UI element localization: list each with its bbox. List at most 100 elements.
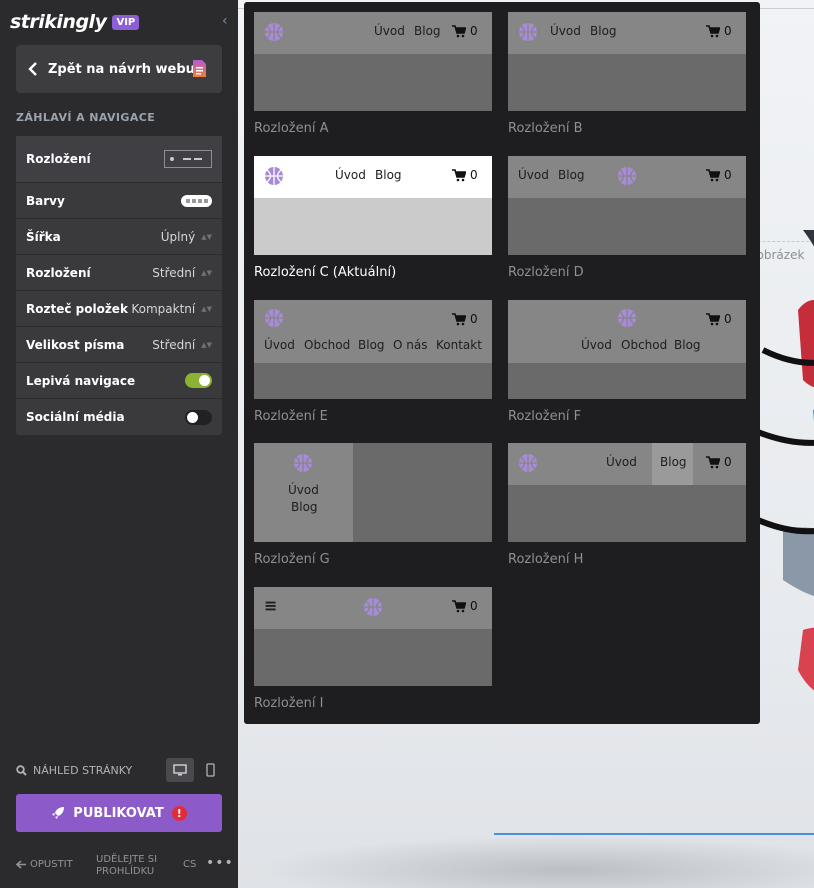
nav-home: Úvod <box>335 168 366 182</box>
setting-label: Sociální média <box>26 410 125 424</box>
cart-icon <box>706 312 720 325</box>
nav-home: Úvod <box>550 24 581 38</box>
layout-option-i[interactable]: ≡ 0 <box>254 587 492 686</box>
warning-icon: ! <box>171 805 187 821</box>
setting-layout[interactable]: Rozložení <box>16 136 222 183</box>
layout-option-g[interactable]: Úvod Blog <box>254 443 492 542</box>
setting-font-size[interactable]: Velikost písma Střední ▲▼ <box>16 327 222 363</box>
setting-label: Velikost písma <box>26 337 125 352</box>
cart: 0 <box>706 24 732 38</box>
cart-count: 0 <box>724 168 732 182</box>
nav-home: Úvod <box>374 24 405 38</box>
desktop-preview-button[interactable] <box>166 758 194 782</box>
document-icon <box>193 60 206 77</box>
cart-count: 0 <box>470 24 478 38</box>
nav-shop: Obchod <box>621 338 668 352</box>
rocket-icon <box>52 807 65 819</box>
nav-home: Úvod <box>288 483 319 497</box>
cart-icon <box>452 599 466 612</box>
cart-icon <box>452 168 466 181</box>
setting-value: Úplný <box>160 229 196 244</box>
tour-label-2: PROHLÍDKU <box>96 866 155 877</box>
cart-icon <box>452 312 466 325</box>
layout-caption: Rozložení B <box>508 121 583 136</box>
setting-social-media: Sociální média <box>16 399 222 435</box>
section-title: ZÁHLAVÍ A NAVIGACE <box>16 111 156 124</box>
cart: 0 <box>452 24 478 38</box>
nav-blog: Blog <box>414 24 441 38</box>
leave-button[interactable]: OPUSTIT <box>16 859 73 870</box>
desktop-icon <box>173 764 187 776</box>
layout-caption: Rozložení G <box>254 552 330 567</box>
setting-item-spacing[interactable]: Rozteč položek Kompaktní ▲▼ <box>16 291 222 327</box>
layout-caption: Rozložení A <box>254 121 329 136</box>
brand-logo: strikingly <box>10 11 107 33</box>
search-icon <box>16 764 27 776</box>
layout-caption: Rozložení I <box>254 696 324 711</box>
cart-icon <box>706 24 720 37</box>
mobile-preview-button[interactable] <box>196 758 224 782</box>
take-tour-link[interactable]: UDĚLEJTE SI PROHLÍDKU <box>96 854 157 878</box>
cart: 0 <box>452 312 478 326</box>
nav-home: Úvod <box>606 455 637 469</box>
preview-label: NÁHLED STRÁNKY <box>33 763 133 777</box>
social-media-toggle[interactable] <box>185 409 212 425</box>
nav-blog: Blog <box>291 500 318 514</box>
hamburger-menu-icon: ≡ <box>264 596 278 615</box>
sticky-nav-toggle[interactable] <box>185 373 212 388</box>
collapse-sidebar-icon[interactable]: ‹ <box>222 14 234 28</box>
nav-about: O nás <box>393 338 428 352</box>
cart-count: 0 <box>470 312 478 326</box>
setting-label: Rozteč položek <box>26 301 128 316</box>
nav-home: Úvod <box>264 338 295 352</box>
logo-icon <box>265 167 283 185</box>
cart-count: 0 <box>470 168 478 182</box>
more-menu-icon[interactable]: ••• <box>206 855 234 871</box>
publish-label: PUBLIKOVAT <box>73 805 164 821</box>
nav-blog: Blog <box>558 168 585 182</box>
layout-option-a[interactable]: Úvod Blog 0 <box>254 12 492 111</box>
setting-colors[interactable]: Barvy <box>16 183 222 219</box>
setting-label: Šířka <box>26 229 61 244</box>
logo-icon <box>618 167 636 185</box>
setting-value: Střední <box>152 337 196 352</box>
cart-icon <box>706 455 720 468</box>
layout-option-c[interactable]: Úvod Blog 0 <box>254 156 492 255</box>
setting-label: Rozložení <box>26 265 91 280</box>
language-selector[interactable]: CS <box>183 859 196 870</box>
layout-option-f[interactable]: 0 Úvod Obchod Blog <box>508 300 746 399</box>
mobile-icon <box>205 763 215 777</box>
back-label: Zpět na návrh webu <box>48 61 195 77</box>
setting-width[interactable]: Šířka Úplný ▲▼ <box>16 219 222 255</box>
layout-option-h[interactable]: Úvod Blog 0 <box>508 443 746 542</box>
nav-blog: Blog <box>375 168 402 182</box>
leave-label: OPUSTIT <box>30 859 73 870</box>
nav-blog: Blog <box>674 338 701 352</box>
setting-alignment[interactable]: Rozložení Střední ▲▼ <box>16 255 222 291</box>
layout-caption-current: Rozložení C (Aktuální) <box>254 265 397 280</box>
layout-option-e[interactable]: 0 Úvod Obchod Blog O nás Kontakt <box>254 300 492 399</box>
shadow <box>258 835 814 888</box>
layout-option-b[interactable]: Úvod Blog 0 <box>508 12 746 111</box>
color-swatch-icon <box>181 194 212 207</box>
select-arrows-icon: ▲▼ <box>201 232 212 241</box>
cart-icon <box>452 24 466 37</box>
setting-label: Lepivá navigace <box>26 373 136 388</box>
cart-icon <box>706 168 720 181</box>
publish-button[interactable]: PUBLIKOVAT ! <box>16 794 222 832</box>
back-to-design-button[interactable]: Zpět na návrh webu <box>16 45 222 93</box>
logo-icon <box>618 309 636 327</box>
nav-blog: Blog <box>358 338 385 352</box>
setting-value: Střední <box>152 265 196 280</box>
cart-count: 0 <box>724 24 732 38</box>
chevron-left-icon <box>28 62 37 76</box>
logo-icon <box>519 23 537 41</box>
cart: 0 <box>706 455 732 469</box>
nav-blog: Blog <box>660 455 687 469</box>
nav-bar-preview <box>254 300 492 363</box>
layout-option-d[interactable]: Úvod Blog 0 <box>508 156 746 255</box>
layout-caption: Rozložení D <box>508 265 584 280</box>
cart-count: 0 <box>470 599 478 613</box>
select-arrows-icon: ▲▼ <box>201 304 212 313</box>
editor-sidebar: strikingly VIP ‹ Zpět na návrh webu ZÁHL… <box>0 0 238 888</box>
